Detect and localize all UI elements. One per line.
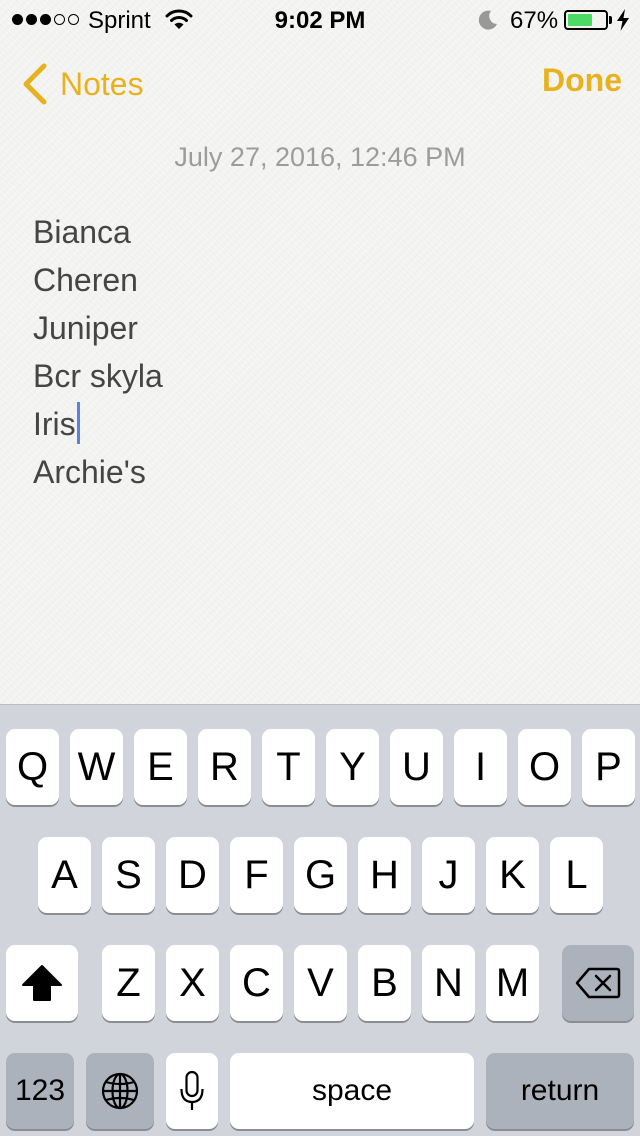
key-x[interactable]: X — [166, 945, 219, 1021]
key-m[interactable]: M — [486, 945, 539, 1021]
key-i[interactable]: I — [454, 729, 507, 805]
key-t[interactable]: T — [262, 729, 315, 805]
keyboard: Q W E R T Y U I O P A S D F G H J K L Z … — [0, 704, 640, 1136]
back-to-notes-button[interactable]: Notes — [18, 60, 144, 108]
key-q[interactable]: Q — [6, 729, 59, 805]
chevron-left-icon — [23, 63, 47, 105]
key-w[interactable]: W — [70, 729, 123, 805]
key-g[interactable]: G — [294, 837, 347, 913]
key-k[interactable]: K — [486, 837, 539, 913]
key-d[interactable]: D — [166, 837, 219, 913]
globe-icon — [101, 1072, 139, 1110]
moon-icon — [478, 10, 497, 30]
battery-percentage: 67% — [510, 7, 559, 34]
note-line: Juniper — [33, 310, 138, 346]
key-a[interactable]: A — [38, 837, 91, 913]
key-h[interactable]: H — [358, 837, 411, 913]
key-e[interactable]: E — [134, 729, 187, 805]
dictation-key[interactable] — [166, 1053, 218, 1129]
note-text-area[interactable]: Bianca Cheren Juniper Bcr skyla Iris Arc… — [33, 208, 613, 496]
note-date: July 27, 2016, 12:46 PM — [174, 142, 466, 172]
note-line: Bianca — [33, 214, 131, 250]
globe-key[interactable] — [86, 1053, 154, 1129]
key-z[interactable]: Z — [102, 945, 155, 1021]
note-line: Iris — [33, 400, 613, 448]
note-line: Archie's — [33, 454, 146, 490]
key-b[interactable]: B — [358, 945, 411, 1021]
key-j[interactable]: J — [422, 837, 475, 913]
key-n[interactable]: N — [422, 945, 475, 1021]
key-o[interactable]: O — [518, 729, 571, 805]
shift-icon — [22, 965, 62, 1001]
key-r[interactable]: R — [198, 729, 251, 805]
key-l[interactable]: L — [550, 837, 603, 913]
backspace-key[interactable] — [562, 945, 634, 1021]
backspace-icon — [575, 967, 621, 999]
note-line: Bcr skyla — [33, 358, 163, 394]
done-button[interactable]: Done — [542, 62, 622, 99]
battery-icon — [564, 10, 608, 30]
text-cursor — [76, 402, 80, 444]
charging-bolt-icon — [617, 9, 629, 31]
note-line: Cheren — [33, 262, 138, 298]
microphone-icon — [180, 1070, 204, 1110]
space-key[interactable]: space — [230, 1053, 474, 1129]
key-p[interactable]: P — [582, 729, 635, 805]
key-f[interactable]: F — [230, 837, 283, 913]
back-button-label: Notes — [60, 65, 144, 102]
numbers-key[interactable]: 123 — [6, 1053, 74, 1129]
key-u[interactable]: U — [390, 729, 443, 805]
shift-key[interactable] — [6, 945, 78, 1021]
battery-nub — [609, 16, 612, 24]
key-c[interactable]: C — [230, 945, 283, 1021]
key-y[interactable]: Y — [326, 729, 379, 805]
key-v[interactable]: V — [294, 945, 347, 1021]
return-key[interactable]: return — [486, 1053, 634, 1129]
battery-level — [568, 14, 593, 26]
key-s[interactable]: S — [102, 837, 155, 913]
status-bar: Sprint 9:02 PM 67% — [0, 0, 640, 40]
